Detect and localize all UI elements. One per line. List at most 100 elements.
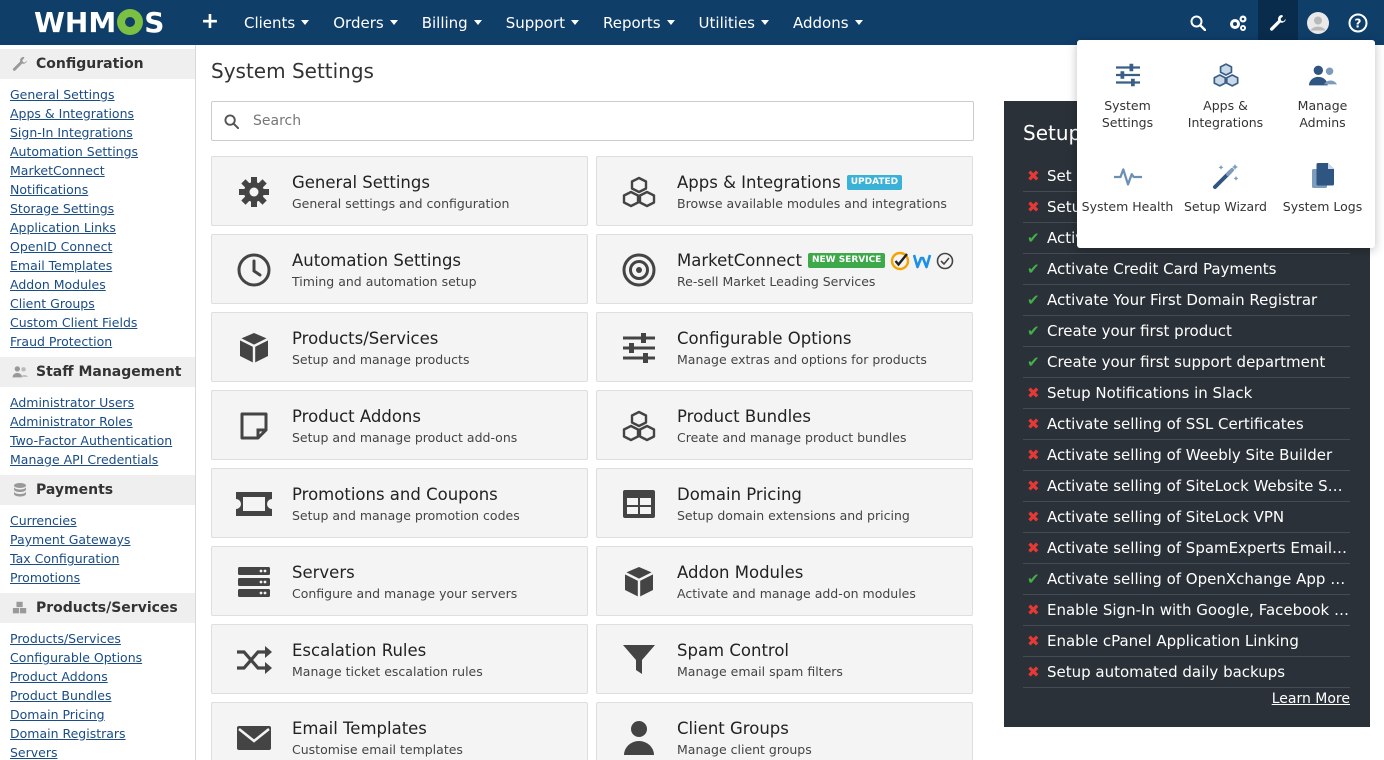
dropdown-item-system-settings[interactable]: System Settings	[1079, 40, 1176, 130]
plus-icon[interactable]: +	[200, 9, 220, 34]
card-title: Spam Control	[677, 641, 790, 660]
card-escalation-rules[interactable]: Escalation Rules Manage ticket escalatio…	[211, 624, 588, 694]
avatar-icon[interactable]	[1298, 0, 1338, 45]
setup-item[interactable]: ✖ Activate selling of SiteLock VPN	[1023, 502, 1350, 533]
cogs-icon[interactable]	[1218, 0, 1258, 45]
sidebar-link[interactable]: Currencies	[10, 511, 195, 530]
wrench-icon[interactable]	[1258, 0, 1298, 45]
check-icon: ✔	[1027, 291, 1040, 309]
config-dropdown-menu: System Settings Apps & Integrations Mana…	[1077, 40, 1375, 248]
user-icon	[619, 719, 659, 757]
card-email-templates[interactable]: Email Templates Customise email template…	[211, 702, 588, 760]
setup-item[interactable]: ✖ Setup Notifications in Slack	[1023, 378, 1350, 409]
sidebar-link[interactable]: Addon Modules	[10, 275, 195, 294]
setup-item-label: Activate Your First Domain Registrar	[1047, 291, 1318, 309]
caret-down-icon	[666, 20, 675, 25]
dropdown-item-setup-wizard[interactable]: Setup Wizard	[1177, 141, 1274, 231]
sidebar-link[interactable]: Sign-In Integrations	[10, 123, 195, 142]
help-icon[interactable]: ?	[1338, 0, 1378, 45]
setup-item[interactable]: ✔ Create your first product	[1023, 316, 1350, 347]
sidebar-link[interactable]: Tax Configuration	[10, 549, 195, 568]
setup-item[interactable]: ✔ Activate Credit Card Payments	[1023, 254, 1350, 285]
setup-item[interactable]: ✔ Activate selling of OpenXchange App Sui…	[1023, 564, 1350, 595]
sidebar: Configuration General Settings Apps & In…	[0, 45, 196, 760]
sidebar-link[interactable]: Product Bundles	[10, 686, 195, 705]
card-title: Configurable Options	[677, 329, 852, 348]
setup-item[interactable]: ✔ Activate Your First Domain Registrar	[1023, 285, 1350, 316]
sidebar-link[interactable]: Product Addons	[10, 667, 195, 686]
sidebar-link[interactable]: Payment Gateways	[10, 530, 195, 549]
sidebar-link[interactable]: Configurable Options	[10, 648, 195, 667]
whmcs-logo[interactable]: WHM S	[34, 6, 164, 39]
cross-icon: ✖	[1027, 663, 1040, 681]
card-marketconnect[interactable]: MarketConnect NEW SERVICE Re-sell Market …	[596, 234, 973, 304]
sidebar-link[interactable]: General Settings	[10, 85, 195, 104]
sidebar-link[interactable]: Apps & Integrations	[10, 104, 195, 123]
nav-reports[interactable]: Reports	[591, 0, 687, 45]
dropdown-item-system-health[interactable]: System Health	[1079, 141, 1176, 231]
card-description: Setup and manage promotion codes	[292, 508, 520, 523]
sidebar-link[interactable]: Storage Settings	[10, 199, 195, 218]
dropdown-item-system-logs[interactable]: System Logs	[1274, 141, 1371, 231]
setup-item-label: Activate selling of SSL Certificates	[1047, 415, 1304, 433]
search-icon[interactable]	[1178, 0, 1218, 45]
setup-item[interactable]: ✖ Enable cPanel Application Linking	[1023, 626, 1350, 657]
setup-item[interactable]: ✖ Activate selling of Weebly Site Builder	[1023, 440, 1350, 471]
sidebar-link[interactable]: Application Links	[10, 218, 195, 237]
sidebar-link[interactable]: MarketConnect	[10, 161, 195, 180]
nav-support[interactable]: Support	[494, 0, 591, 45]
card-domain-pricing[interactable]: Domain Pricing Setup domain extensions a…	[596, 468, 973, 538]
sidebar-link[interactable]: Administrator Users	[10, 393, 195, 412]
norton-check-icon	[890, 251, 910, 271]
card-product-bundles[interactable]: Product Bundles Create and manage produc…	[596, 390, 973, 460]
sidebar-link[interactable]: Manage API Credentials	[10, 450, 195, 469]
learn-more-link[interactable]: Learn More	[1272, 691, 1350, 707]
card-configurable-options[interactable]: Configurable Options Manage extras and o…	[596, 312, 973, 382]
nav-orders[interactable]: Orders	[321, 0, 409, 45]
card-client-groups[interactable]: Client Groups Manage client groups	[596, 702, 973, 760]
sidebar-link[interactable]: Promotions	[10, 568, 195, 587]
dropdown-item-manage-admins[interactable]: Manage Admins	[1274, 40, 1371, 130]
setup-item[interactable]: ✖ Enable Sign-In with Google, Facebook an…	[1023, 595, 1350, 626]
card-automation-settings[interactable]: Automation Settings Timing and automatio…	[211, 234, 588, 304]
setup-item[interactable]: ✖ Setup automated daily backups	[1023, 657, 1350, 688]
nav-clients[interactable]: Clients	[232, 0, 321, 45]
sidebar-link[interactable]: Fraud Protection	[10, 332, 195, 351]
sidebar-link[interactable]: Automation Settings	[10, 142, 195, 161]
nav-billing[interactable]: Billing	[410, 0, 494, 45]
sidebar-link[interactable]: Client Groups	[10, 294, 195, 313]
nav-addons[interactable]: Addons	[781, 0, 875, 45]
nav-utilities[interactable]: Utilities	[687, 0, 781, 45]
setup-item[interactable]: ✔ Create your first support department	[1023, 347, 1350, 378]
sidebar-link[interactable]: Notifications	[10, 180, 195, 199]
sidebar-link[interactable]: Email Templates	[10, 256, 195, 275]
sidebar-link[interactable]: OpenID Connect	[10, 237, 195, 256]
setup-item[interactable]: ✖ Activate selling of SSL Certificates	[1023, 409, 1350, 440]
setup-item[interactable]: ✖ Activate selling of SpamExperts Email S…	[1023, 533, 1350, 564]
card-title-text: MarketConnect	[677, 251, 802, 270]
card-addon-modules[interactable]: Addon Modules Activate and manage add-on…	[596, 546, 973, 616]
setup-item[interactable]: ✖ Activate selling of SiteLock Website Se…	[1023, 471, 1350, 502]
logo-gear-icon	[117, 9, 144, 35]
card-spam-control[interactable]: Spam Control Manage email spam filters	[596, 624, 973, 694]
card-general-settings[interactable]: General Settings General settings and co…	[211, 156, 588, 226]
card-apps-integrations[interactable]: Apps & Integrations UPDATED Browse availa…	[596, 156, 973, 226]
setup-item-label: Enable Sign-In with Google, Facebook and…	[1047, 601, 1350, 619]
card-servers[interactable]: Servers Configure and manage your server…	[211, 546, 588, 616]
sidebar-link[interactable]: Servers	[10, 743, 195, 760]
sidebar-link[interactable]: Administrator Roles	[10, 412, 195, 431]
sidebar-link[interactable]: Products/Services	[10, 629, 195, 648]
weebly-icon	[913, 254, 932, 269]
sidebar-link[interactable]: Custom Client Fields	[10, 313, 195, 332]
card-description: Create and manage product bundles	[677, 430, 907, 445]
sidebar-link[interactable]: Domain Pricing	[10, 705, 195, 724]
card-products-services[interactable]: Products/Services Setup and manage produ…	[211, 312, 588, 382]
card-promotions-coupons[interactable]: Promotions and Coupons Setup and manage …	[211, 468, 588, 538]
target-icon	[619, 251, 659, 289]
card-description: Configure and manage your servers	[292, 586, 518, 601]
search-input[interactable]	[253, 113, 903, 129]
dropdown-item-apps-integrations[interactable]: Apps & Integrations	[1177, 40, 1274, 130]
sidebar-link[interactable]: Domain Registrars	[10, 724, 195, 743]
sidebar-link[interactable]: Two-Factor Authentication	[10, 431, 195, 450]
card-product-addons[interactable]: Product Addons Setup and manage product …	[211, 390, 588, 460]
